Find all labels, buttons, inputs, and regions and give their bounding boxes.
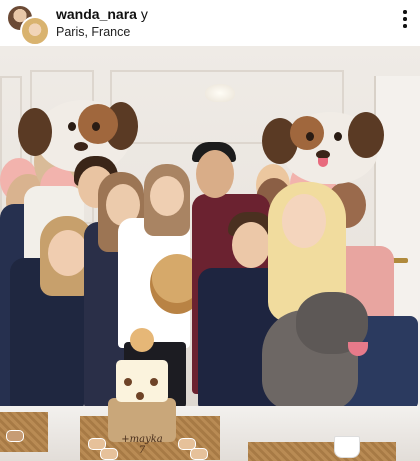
- placemat: [248, 442, 396, 461]
- dog-balloon-ear: [18, 108, 52, 156]
- dog-balloon-ear: [348, 112, 384, 158]
- ceiling-light: [205, 84, 235, 102]
- dog-balloon-eye: [334, 132, 342, 141]
- avatar-stack-icon[interactable]: [6, 4, 50, 46]
- paw-print-icon: [150, 378, 158, 386]
- door-handle: [392, 258, 408, 263]
- post-header: wanda_nara y Paris, France: [0, 0, 420, 46]
- dog-balloon-nose: [74, 142, 88, 151]
- more-vertical-icon[interactable]: [402, 10, 408, 32]
- dog-balloon-eye: [92, 122, 100, 131]
- dog-balloon-eye: [68, 122, 76, 131]
- dog-balloon-eye: [306, 132, 314, 141]
- cookie: [190, 448, 208, 460]
- avatar[interactable]: [20, 16, 50, 46]
- username[interactable]: wanda_nara: [56, 6, 137, 22]
- cookie: [100, 448, 118, 460]
- cookie: [6, 430, 24, 442]
- username-row[interactable]: wanda_nara y: [56, 6, 148, 22]
- post-photo[interactable]: +mayka 7: [0, 46, 420, 461]
- username-suffix: y: [140, 6, 148, 22]
- cake-text: +mayka 7: [121, 434, 163, 456]
- paw-print-icon: [136, 392, 144, 400]
- cake-topper-dog: [130, 328, 154, 352]
- mug: [334, 436, 360, 458]
- paw-print-icon: [124, 378, 132, 386]
- location-label[interactable]: Paris, France: [56, 25, 130, 39]
